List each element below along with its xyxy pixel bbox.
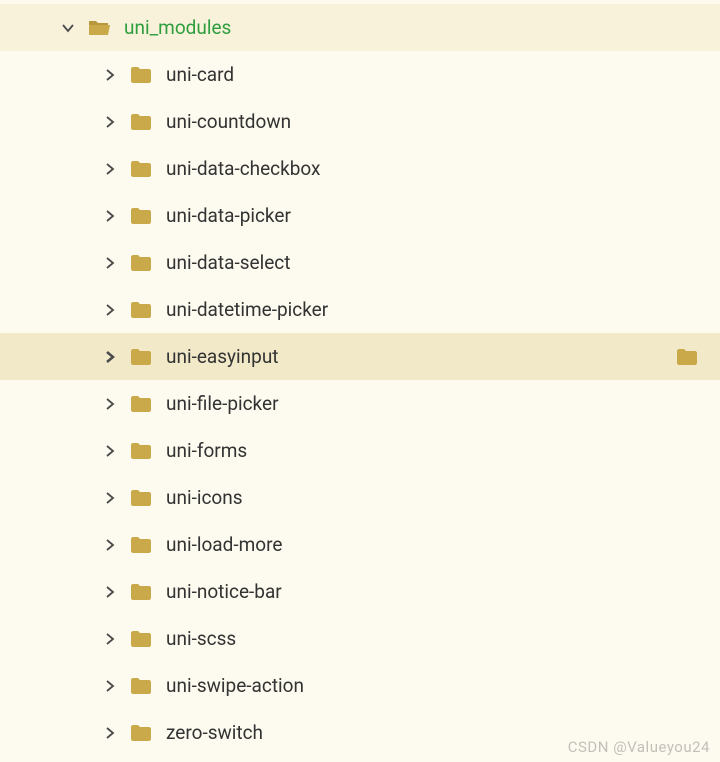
watermark-text: CSDN @Valueyou24 <box>568 738 710 756</box>
tree-item-label: uni-load-more <box>166 533 282 556</box>
file-tree: uni_modules uni-card uni-countdown uni-dat… <box>0 0 720 756</box>
tree-item-label: uni-data-select <box>166 251 290 274</box>
chevron-right-icon <box>100 65 120 85</box>
tree-item-label: uni-file-picker <box>166 392 279 415</box>
tree-item-label: uni-easyinput <box>166 345 279 368</box>
tree-item-label: uni-forms <box>166 439 247 462</box>
chevron-right-icon <box>100 629 120 649</box>
tree-item-root[interactable]: uni_modules <box>0 4 720 51</box>
folder-icon <box>130 299 152 321</box>
chevron-right-icon <box>100 394 120 414</box>
folder-icon <box>130 487 152 509</box>
folder-icon <box>130 64 152 86</box>
chevron-right-icon <box>100 159 120 179</box>
tree-item-label: uni_modules <box>124 16 231 39</box>
tree-item[interactable]: uni-data-checkbox <box>0 145 720 192</box>
tree-item-label: uni-countdown <box>166 110 291 133</box>
chevron-right-icon <box>100 676 120 696</box>
chevron-right-icon <box>100 723 120 743</box>
tree-item[interactable]: uni-icons <box>0 474 720 521</box>
tree-item[interactable]: uni-countdown <box>0 98 720 145</box>
folder-icon <box>130 111 152 133</box>
tree-item-label: uni-swipe-action <box>166 674 304 697</box>
folder-icon <box>130 534 152 556</box>
tree-item[interactable]: uni-file-picker <box>0 380 720 427</box>
tree-item[interactable]: uni-easyinput <box>0 333 720 380</box>
chevron-right-icon <box>100 206 120 226</box>
tree-item-label: uni-data-picker <box>166 204 291 227</box>
tree-item-label: uni-data-checkbox <box>166 157 321 180</box>
folder-icon <box>130 158 152 180</box>
tree-item[interactable]: uni-scss <box>0 615 720 662</box>
chevron-right-icon <box>100 300 120 320</box>
tree-item[interactable]: uni-data-select <box>0 239 720 286</box>
chevron-right-icon <box>100 441 120 461</box>
folder-icon <box>130 722 152 744</box>
chevron-down-icon <box>58 18 78 38</box>
folder-icon <box>676 346 698 368</box>
tree-item-label: uni-notice-bar <box>166 580 282 603</box>
folder-icon <box>130 252 152 274</box>
tree-item[interactable]: uni-data-picker <box>0 192 720 239</box>
folder-icon <box>130 205 152 227</box>
chevron-right-icon <box>100 347 120 367</box>
chevron-right-icon <box>100 112 120 132</box>
folder-icon <box>130 393 152 415</box>
folder-icon <box>130 346 152 368</box>
tree-item[interactable]: uni-swipe-action <box>0 662 720 709</box>
folder-icon <box>130 581 152 603</box>
tree-item[interactable]: uni-forms <box>0 427 720 474</box>
tree-item[interactable]: uni-card <box>0 51 720 98</box>
tree-item[interactable]: uni-datetime-picker <box>0 286 720 333</box>
tree-item-label: uni-card <box>166 63 234 86</box>
tree-item-label: uni-icons <box>166 486 243 509</box>
folder-icon <box>130 440 152 462</box>
tree-item[interactable]: uni-notice-bar <box>0 568 720 615</box>
folder-icon <box>130 675 152 697</box>
folder-icon <box>130 628 152 650</box>
tree-item-label: uni-datetime-picker <box>166 298 328 321</box>
chevron-right-icon <box>100 582 120 602</box>
tree-item-label: zero-switch <box>166 721 263 744</box>
chevron-right-icon <box>100 488 120 508</box>
tree-item-label: uni-scss <box>166 627 236 650</box>
tree-item[interactable]: uni-load-more <box>0 521 720 568</box>
chevron-right-icon <box>100 535 120 555</box>
folder-open-icon <box>88 17 110 39</box>
chevron-right-icon <box>100 253 120 273</box>
